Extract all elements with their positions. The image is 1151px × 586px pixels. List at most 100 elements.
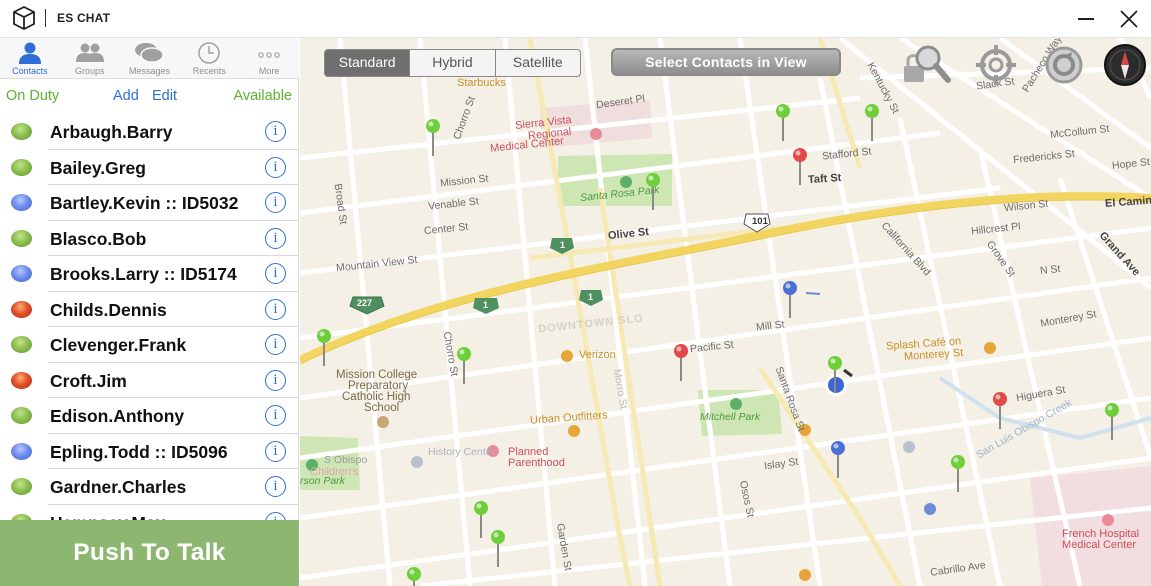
map-type-standard[interactable]: Standard: [325, 50, 410, 76]
contact-row[interactable]: Croft.Jim i: [0, 363, 299, 398]
map-label-slo: S Obispo: [324, 454, 368, 466]
info-icon[interactable]: i: [265, 121, 286, 142]
map-label-hwy1-c: 1: [588, 292, 594, 302]
map-pin-green-icon[interactable]: [827, 355, 843, 395]
chat-bubbles-icon: [135, 43, 165, 63]
contact-row[interactable]: Arbaugh.Barry i: [0, 114, 299, 150]
contact-name: Clevenger.Frank: [50, 335, 187, 355]
map-label-son-park: rson Park: [300, 475, 345, 487]
map-type-selector: Standard Hybrid Satellite: [324, 49, 581, 77]
map-pin-green-icon[interactable]: [775, 103, 791, 143]
minimize-button[interactable]: [1076, 8, 1096, 28]
on-duty-filter[interactable]: On Duty: [6, 88, 59, 104]
map-view[interactable]: Starbucks Deseret Pl Sierra Vista Region…: [300, 38, 1151, 586]
map-label-227: 227: [357, 298, 373, 308]
map-type-hybrid[interactable]: Hybrid: [409, 50, 494, 76]
select-contacts-in-view-button[interactable]: Select Contacts in View: [611, 48, 841, 76]
tab-bar: Contacts Groups Messages Recents More: [0, 38, 299, 79]
search-lock-icon[interactable]: [900, 42, 954, 88]
contact-row[interactable]: Hempsey.Max i: [0, 505, 299, 520]
locate-crosshair-icon[interactable]: [972, 42, 1020, 88]
clock-icon: [198, 42, 221, 64]
map-label-taft: Taft St: [807, 171, 842, 187]
french-hospital-poi: [1102, 514, 1114, 526]
verizon-poi: [561, 350, 573, 362]
contact-row[interactable]: Gardner.Charles i: [0, 469, 299, 505]
map-label-n-st: N St: [1039, 262, 1061, 278]
refresh-icon[interactable]: [1040, 42, 1088, 88]
info-icon[interactable]: i: [265, 227, 286, 249]
info-icon[interactable]: i: [265, 263, 286, 284]
info-icon[interactable]: i: [265, 369, 286, 391]
map-pin-red-icon[interactable]: [992, 391, 1008, 431]
map-pin-green-icon[interactable]: [645, 172, 661, 212]
contacts-sidebar: Contacts Groups Messages Recents More On…: [0, 38, 299, 586]
map-label-starbucks: Starbucks: [457, 77, 506, 89]
contact-row[interactable]: Brooks.Larry :: ID5174 i: [0, 256, 299, 292]
tab-label: Recents: [192, 66, 226, 76]
more-dots-icon: [258, 52, 280, 58]
info-icon[interactable]: i: [265, 298, 286, 320]
contact-row[interactable]: Edison.Anthony i: [0, 398, 299, 434]
contact-row[interactable]: Blasco.Bob i: [0, 221, 299, 256]
map-pin-blue-icon[interactable]: [830, 440, 846, 480]
app-title: ES CHAT: [57, 11, 111, 25]
poi-orange-1: [799, 569, 811, 581]
add-contact-button[interactable]: Add: [113, 88, 139, 104]
info-icon[interactable]: i: [265, 334, 286, 355]
map-pin-green-icon[interactable]: [950, 454, 966, 494]
map-pin-green-icon[interactable]: [406, 566, 422, 586]
info-icon[interactable]: i: [265, 156, 286, 178]
contact-name: Brooks.Larry :: ID5174: [50, 264, 237, 284]
map-pin-green-icon[interactable]: [490, 529, 506, 569]
tab-groups[interactable]: Groups: [60, 38, 120, 78]
status-dot-icon: [11, 300, 32, 318]
tab-contacts[interactable]: Contacts: [0, 38, 60, 78]
edit-contacts-button[interactable]: Edit: [152, 88, 177, 104]
map-pin-green-icon[interactable]: [425, 118, 441, 158]
map-label-hwy1-b: 1: [483, 300, 489, 310]
map-pin-green-icon[interactable]: [456, 346, 472, 386]
school-poi: [377, 416, 389, 428]
map-pin-blue-icon[interactable]: [782, 280, 798, 320]
map-pin-red-icon[interactable]: [673, 343, 689, 383]
contact-row[interactable]: Epling.Todd :: ID5096 i: [0, 434, 299, 469]
info-icon[interactable]: i: [265, 440, 286, 462]
status-row: On Duty Add Edit Available: [0, 79, 299, 114]
contact-row[interactable]: Childs.Dennis i: [0, 292, 299, 327]
info-icon[interactable]: i: [265, 405, 286, 426]
info-icon[interactable]: i: [265, 511, 286, 520]
map-type-satellite[interactable]: Satellite: [494, 50, 580, 76]
info-icon[interactable]: i: [265, 476, 286, 497]
contact-list: Arbaugh.Barry i Bailey.Greg i Bartley.Kevin …: [0, 114, 299, 520]
map-pin-red-icon[interactable]: [792, 147, 808, 187]
map-pin-green-icon[interactable]: [473, 500, 489, 540]
map-label-hwy1-a: 1: [560, 240, 566, 250]
title-bar: ES CHAT: [0, 0, 1151, 38]
tab-messages[interactable]: Messages: [120, 38, 180, 78]
map-pin-green-icon[interactable]: [864, 103, 880, 143]
title-separator: [45, 9, 46, 27]
splash-poi: [984, 342, 996, 354]
status-dot-icon: [11, 229, 32, 247]
info-icon[interactable]: i: [265, 192, 286, 213]
map-label-verizon: Verizon: [579, 349, 616, 361]
compass-icon[interactable]: [1102, 42, 1148, 88]
map-pin-green-icon[interactable]: [1104, 402, 1120, 442]
hospital-poi: [590, 128, 602, 140]
tab-label: Messages: [128, 66, 170, 76]
contact-row[interactable]: Bartley.Kevin :: ID5032 i: [0, 185, 299, 221]
group-icon: [75, 43, 104, 62]
map-label-101: 101: [752, 216, 768, 227]
push-to-talk-label: Push To Talk: [73, 539, 226, 566]
contact-row[interactable]: Bailey.Greg i: [0, 150, 299, 185]
tab-more[interactable]: More: [239, 38, 299, 78]
close-button[interactable]: [1118, 8, 1140, 30]
push-to-talk-button[interactable]: Push To Talk: [0, 520, 299, 586]
map-pin-green-icon[interactable]: [316, 328, 332, 368]
availability-toggle[interactable]: Available: [233, 88, 292, 104]
tab-recents[interactable]: Recents: [179, 38, 239, 78]
status-dot-icon: [11, 123, 32, 140]
contact-row[interactable]: Clevenger.Frank i: [0, 327, 299, 363]
contact-name: Epling.Todd :: ID5096: [50, 441, 228, 462]
